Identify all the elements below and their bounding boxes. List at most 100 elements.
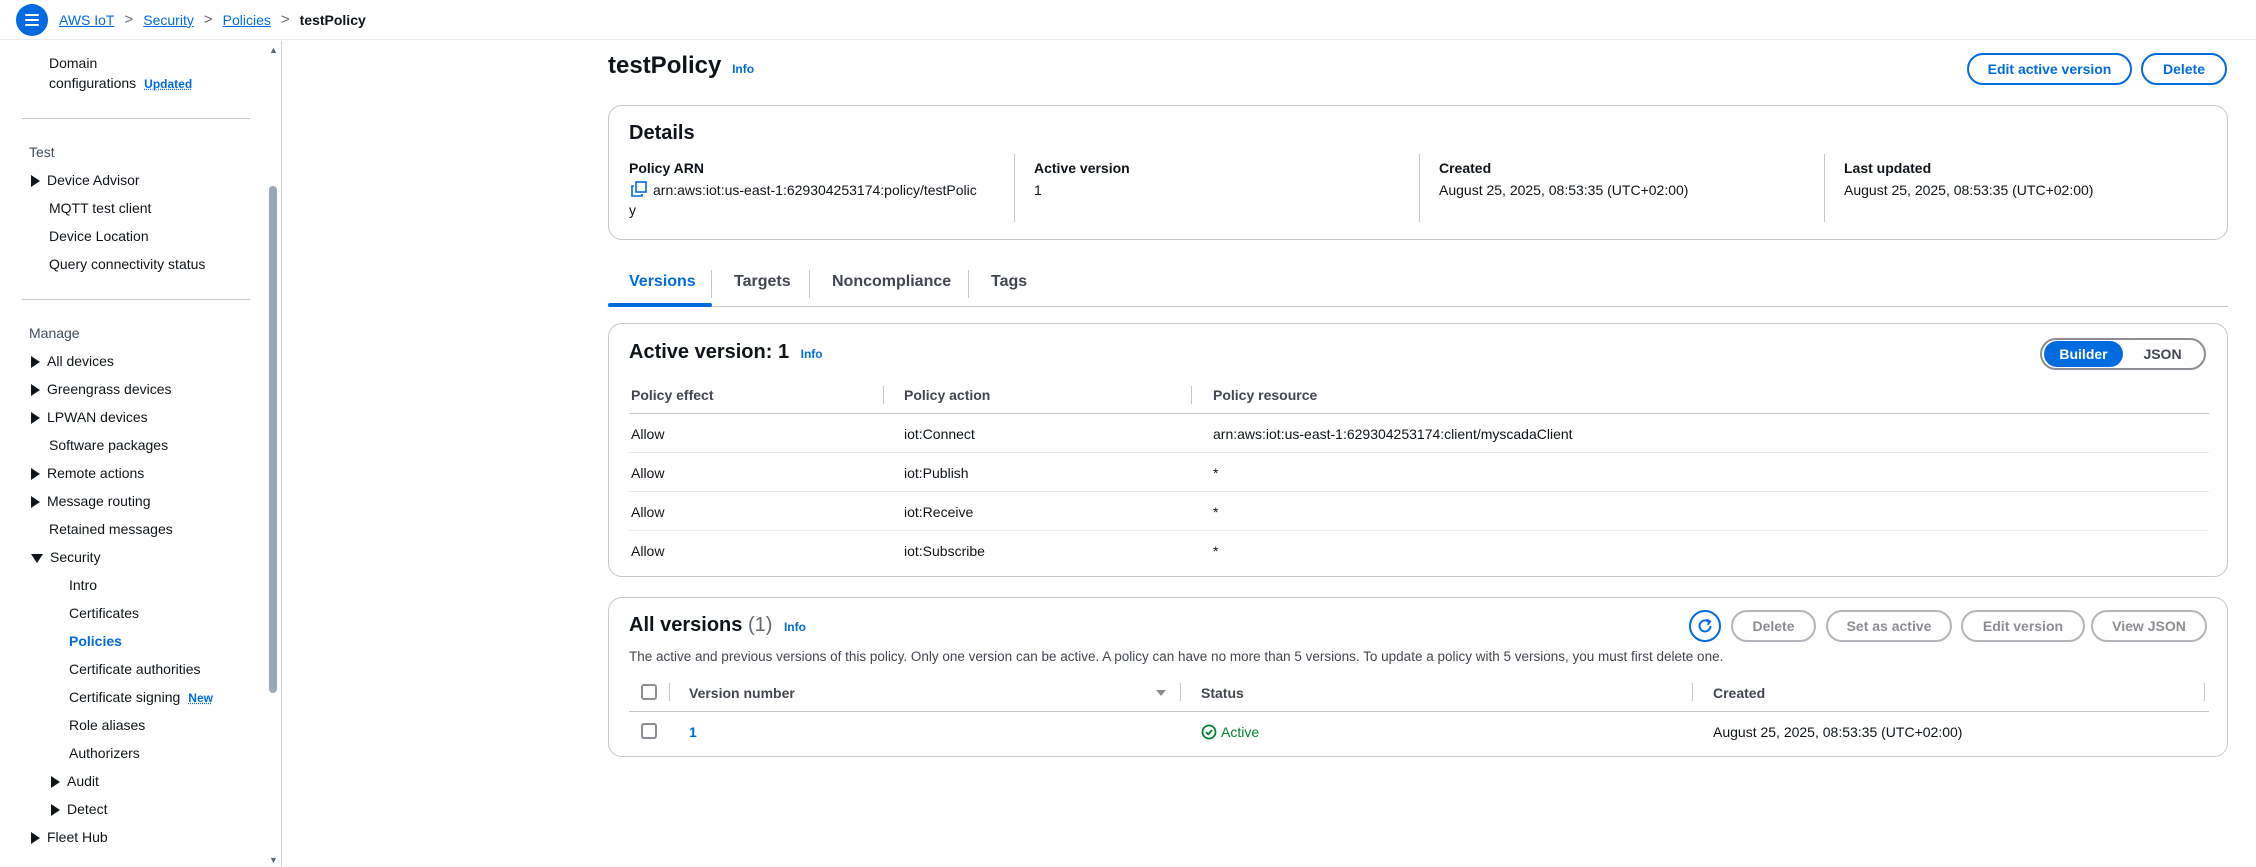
sidebar-item-authorizers[interactable]: Authorizers <box>69 745 140 761</box>
sidebar-item-all-devices[interactable]: All devices <box>31 353 114 369</box>
created-value: August 25, 2025, 08:53:35 (UTC+02:00) <box>1439 182 1689 198</box>
policy-arn-value: arn:aws:iot:us-east-1:629304253174:polic… <box>653 182 977 198</box>
all-versions-heading-text: All versions <box>629 614 743 636</box>
sidebar-item-label: LPWAN devices <box>47 409 148 425</box>
chevron-right-icon: > <box>280 11 290 28</box>
scrollbar-thumb[interactable] <box>269 186 277 693</box>
table-row-divider <box>629 452 2209 453</box>
sidebar-item-intro[interactable]: Intro <box>69 577 97 593</box>
version-number-link[interactable]: 1 <box>689 724 697 740</box>
delete-policy-button[interactable]: Delete <box>2141 53 2227 85</box>
policy-arn-label: Policy ARN <box>629 160 704 176</box>
all-versions-description: The active and previous versions of this… <box>629 649 1724 664</box>
sidebar-item-certificate-authorities[interactable]: Certificate authorities <box>69 661 201 677</box>
last-updated-value: August 25, 2025, 08:53:35 (UTC+02:00) <box>1844 182 2094 198</box>
column-divider <box>1419 154 1420 222</box>
set-as-active-button[interactable]: Set as active <box>1826 610 1952 642</box>
column-resizer[interactable] <box>2204 683 2205 701</box>
info-link[interactable]: Info <box>801 347 823 361</box>
view-json-button[interactable]: View JSON <box>2091 610 2207 642</box>
sidebar-item-label: Domain <box>49 55 98 71</box>
active-version-value: 1 <box>1034 182 1042 198</box>
sidebar-item-certificates[interactable]: Certificates <box>69 605 139 621</box>
table-cell-action: iot:Publish <box>904 465 969 481</box>
sidebar-item-audit[interactable]: Audit <box>51 773 99 789</box>
chevron-right-icon: > <box>203 11 213 28</box>
scroll-down-icon[interactable]: ▼ <box>269 855 278 865</box>
sidebar-scrollbar[interactable]: ▲ ▼ <box>268 41 280 867</box>
caret-right-icon <box>31 384 40 397</box>
tab-divider <box>809 270 810 298</box>
json-toggle-option[interactable]: JSON <box>2123 341 2202 367</box>
active-version-label: Active version <box>1034 160 1130 176</box>
column-resizer[interactable] <box>1180 683 1181 701</box>
column-resizer[interactable] <box>669 683 670 701</box>
delete-version-button[interactable]: Delete <box>1731 610 1816 642</box>
info-link[interactable]: Info <box>784 620 806 634</box>
edit-version-button[interactable]: Edit version <box>1961 610 2085 642</box>
column-header-policy-resource: Policy resource <box>1213 387 1318 403</box>
sidebar-item-security[interactable]: Security <box>31 549 101 565</box>
sidebar-item-lpwan-devices[interactable]: LPWAN devices <box>31 409 148 425</box>
info-link[interactable]: Info <box>732 62 754 76</box>
hamburger-menu-icon[interactable] <box>16 3 48 36</box>
version-count: (1) <box>747 614 773 636</box>
table-cell-resource: * <box>1213 543 1219 559</box>
sort-descending-icon[interactable] <box>1155 689 1167 697</box>
scroll-up-icon[interactable]: ▲ <box>269 45 278 55</box>
table-cell-effect: Allow <box>631 465 665 481</box>
active-version-container: Active version: 1 Info Policy effect Pol… <box>608 323 2228 577</box>
copy-icon[interactable] <box>631 181 647 197</box>
breadcrumb-security[interactable]: Security <box>143 12 194 28</box>
last-updated-label: Last updated <box>1844 160 1932 176</box>
sidebar-section-manage: Manage <box>29 325 80 341</box>
sidebar-item-label: Security <box>50 549 101 565</box>
sidebar-divider <box>22 118 250 119</box>
tab-versions[interactable]: Versions <box>629 273 696 291</box>
sidebar-item-device-location[interactable]: Device Location <box>49 228 149 244</box>
caret-right-icon <box>51 776 60 789</box>
sidebar-item-domain-configurations[interactable]: Domain configurations Updated <box>49 55 192 91</box>
column-header-version-number[interactable]: Version number <box>689 685 795 701</box>
column-resizer[interactable] <box>883 386 884 404</box>
table-cell-action: iot:Receive <box>904 504 974 520</box>
sidebar-section-test: Test <box>29 144 55 160</box>
sidebar-item-label: Greengrass devices <box>47 381 172 397</box>
sidebar-item-software-packages[interactable]: Software packages <box>49 437 168 453</box>
refresh-button[interactable] <box>1689 610 1721 642</box>
table-cell-action: iot:Connect <box>904 426 975 442</box>
sidebar-item-detect[interactable]: Detect <box>51 801 107 817</box>
sidebar-item-fleet-hub[interactable]: Fleet Hub <box>31 829 108 845</box>
column-resizer[interactable] <box>1692 683 1693 701</box>
status-badge: Active <box>1201 724 1259 740</box>
table-cell-effect: Allow <box>631 426 665 442</box>
sidebar-item-retained-messages[interactable]: Retained messages <box>49 521 173 537</box>
details-container: Details Policy ARN arn:aws:iot:us-east-1… <box>608 105 2228 240</box>
sidebar-item-greengrass-devices[interactable]: Greengrass devices <box>31 381 172 397</box>
active-version-heading-text: Active version: 1 <box>629 341 790 363</box>
row-checkbox[interactable] <box>641 723 657 739</box>
sidebar-item-policies[interactable]: Policies <box>69 633 122 649</box>
column-resizer[interactable] <box>1191 386 1192 404</box>
breadcrumb-aws-iot[interactable]: AWS IoT <box>59 12 115 28</box>
tab-tags[interactable]: Tags <box>991 273 1027 291</box>
column-header-policy-effect: Policy effect <box>631 387 714 403</box>
sidebar-item-role-aliases[interactable]: Role aliases <box>69 717 145 733</box>
sidebar-item-certificate-signing[interactable]: Certificate signing New <box>69 689 213 705</box>
sidebar-item-remote-actions[interactable]: Remote actions <box>31 465 144 481</box>
select-all-checkbox[interactable] <box>641 684 657 700</box>
sidebar-item-mqtt-test-client[interactable]: MQTT test client <box>49 200 151 216</box>
breadcrumb-policies[interactable]: Policies <box>223 12 271 28</box>
edit-active-version-button[interactable]: Edit active version <box>1967 53 2132 85</box>
sidebar-item-label: Audit <box>67 773 99 789</box>
table-cell-resource: * <box>1213 504 1219 520</box>
caret-right-icon <box>31 832 40 845</box>
sidebar-item-query-connectivity-status[interactable]: Query connectivity status <box>49 256 205 272</box>
builder-toggle-option[interactable]: Builder <box>2044 341 2123 367</box>
tab-targets[interactable]: Targets <box>734 273 791 291</box>
table-cell-created: August 25, 2025, 08:53:35 (UTC+02:00) <box>1713 724 1963 740</box>
sidebar-item-device-advisor[interactable]: Device Advisor <box>31 172 140 188</box>
tab-noncompliance[interactable]: Noncompliance <box>832 273 951 291</box>
tab-divider <box>968 270 969 298</box>
sidebar-item-message-routing[interactable]: Message routing <box>31 493 151 509</box>
